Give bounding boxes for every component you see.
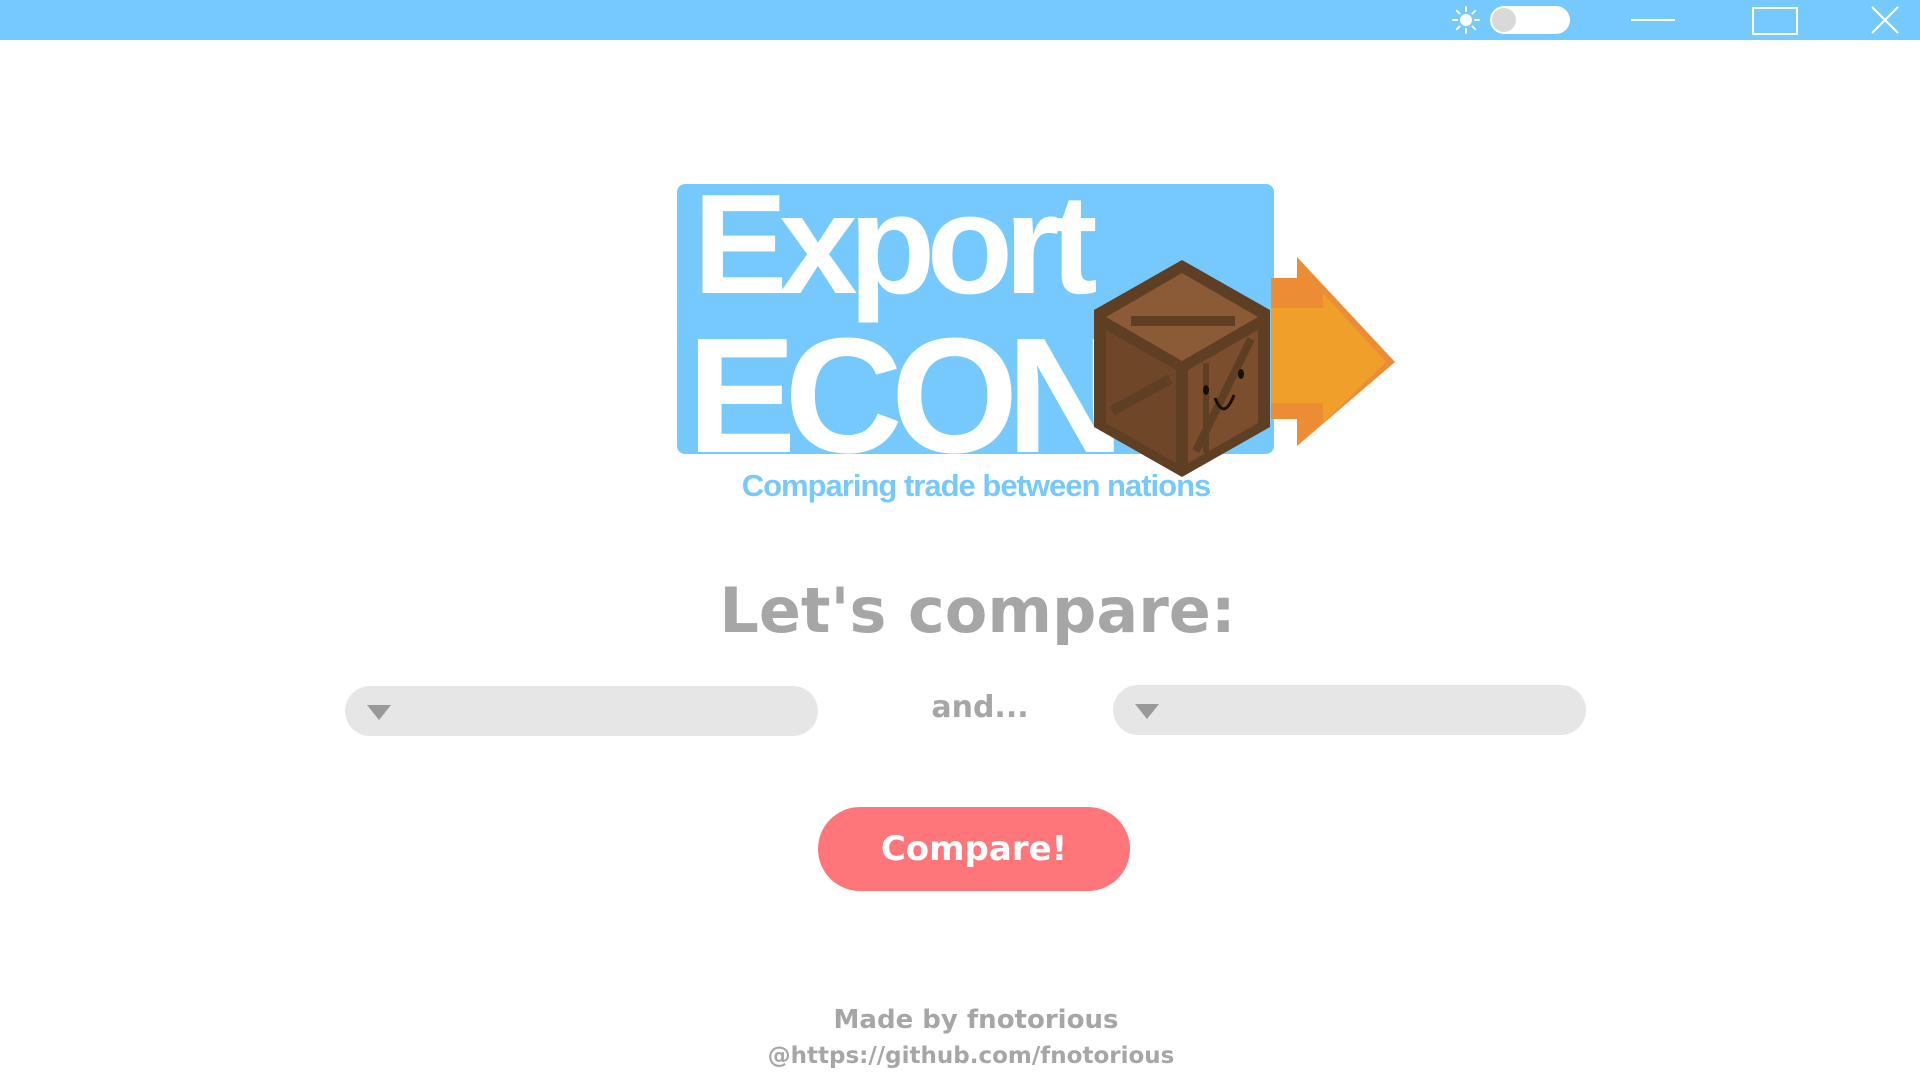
minimize-icon[interactable] — [1623, 0, 1683, 40]
caret-down-icon — [1135, 704, 1159, 719]
logo-mascot — [1094, 257, 1395, 477]
sun-icon — [1452, 6, 1480, 34]
country-b-select[interactable] — [1113, 685, 1586, 735]
country-a-select[interactable] — [345, 686, 818, 736]
toggle-knob — [1492, 8, 1516, 32]
app-logo: Export ECON Comparing trade between nati… — [676, 183, 1406, 518]
crate-icon — [1094, 260, 1270, 477]
maximize-icon[interactable] — [1744, 0, 1804, 40]
compare-button[interactable]: Compare! — [818, 807, 1130, 891]
separator-label: and... — [931, 690, 1029, 725]
title-bar[interactable] — [0, 0, 1920, 40]
theme-toggle[interactable] — [1490, 6, 1570, 34]
close-icon[interactable] — [1855, 0, 1915, 40]
page-heading: Let's compare: — [719, 574, 1236, 647]
author-link[interactable]: @https://github.com/fnotorious — [0, 1045, 1920, 1068]
author-credit: Made by fnotorious — [833, 1005, 1119, 1035]
logo-tagline: Comparing trade between nations — [741, 468, 1212, 503]
caret-down-icon — [367, 705, 391, 720]
